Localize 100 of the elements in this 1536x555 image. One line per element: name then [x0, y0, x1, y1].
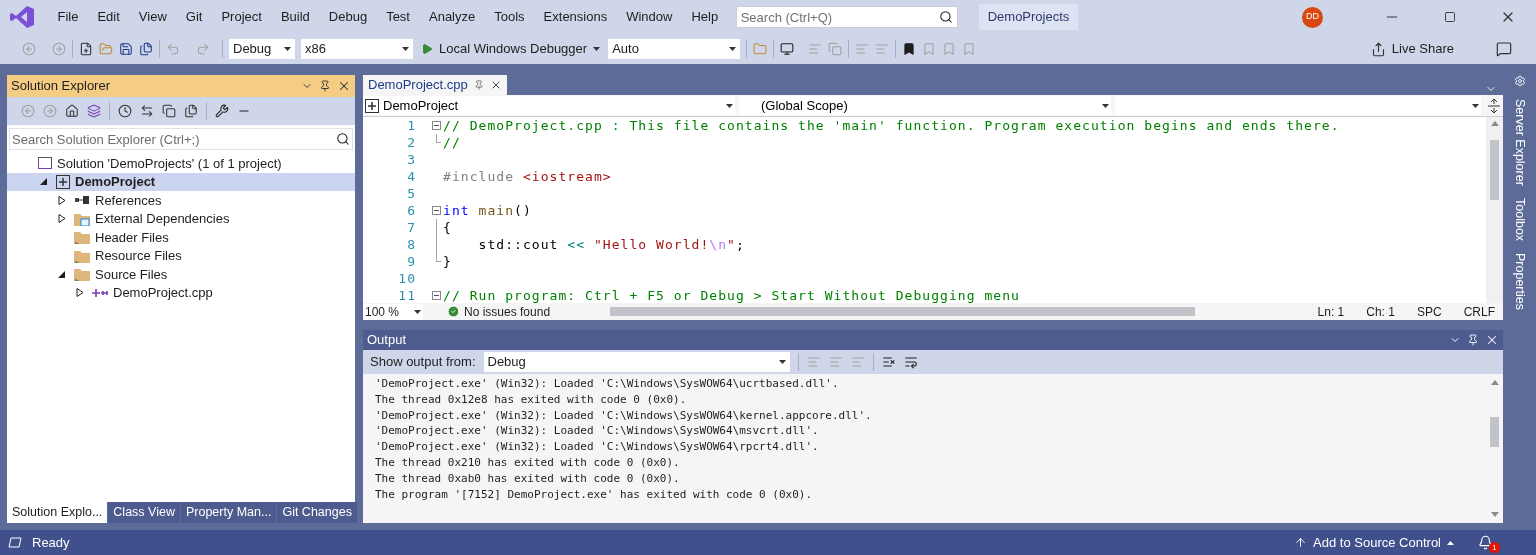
collapse-icon[interactable] — [432, 121, 441, 130]
collapse-arrow-icon[interactable] — [58, 269, 66, 279]
bookmark-icon[interactable] — [902, 42, 917, 56]
stack-frame-dropdown[interactable]: Auto — [608, 39, 741, 59]
project-dropdown[interactable]: DemoProject — [363, 96, 735, 115]
menu-item[interactable]: Debug — [319, 7, 377, 27]
scroll-up-icon[interactable] — [1490, 121, 1499, 126]
document-tab-label: DemoProject.cpp — [368, 76, 468, 95]
tree-item[interactable]: External Dependencies — [7, 209, 355, 228]
line-number: 4 — [406, 168, 416, 185]
scrollbar-thumb[interactable] — [1490, 417, 1499, 447]
menu-item[interactable]: View — [129, 7, 177, 27]
tree-item[interactable]: Source Files — [7, 265, 355, 284]
sync-icon[interactable] — [140, 104, 154, 118]
project-icon — [56, 174, 70, 189]
vertical-scrollbar[interactable] — [1486, 117, 1503, 303]
search-field[interactable]: Search (Ctrl+Q) — [735, 6, 958, 28]
document-tab[interactable]: DemoProject.cpp — [363, 75, 507, 95]
scroll-up-icon[interactable] — [1490, 380, 1499, 385]
output-source-dropdown[interactable]: Debug — [483, 352, 790, 372]
clear-all-icon[interactable] — [881, 355, 896, 369]
panel-tab[interactable]: Solution Explo... — [7, 502, 108, 523]
source-control-button[interactable]: Add to Source Control — [1294, 532, 1454, 553]
collapse-icon[interactable] — [432, 291, 441, 300]
maximize-icon[interactable] — [1444, 11, 1456, 23]
folder-icon — [74, 211, 90, 226]
menu-item[interactable]: Edit — [87, 7, 130, 27]
start-debugging-button[interactable]: Local Windows Debugger — [419, 39, 603, 59]
line-number: 11 — [397, 287, 416, 303]
caret-icon — [402, 47, 409, 51]
menu-item[interactable]: Analyze — [419, 7, 485, 27]
scope-dropdown[interactable]: (Global Scope) — [739, 96, 1111, 115]
platform-dropdown[interactable]: x86 — [301, 39, 413, 59]
scrollbar-thumb[interactable] — [610, 307, 1196, 316]
word-wrap-icon[interactable] — [903, 355, 918, 369]
split-icon[interactable] — [1488, 98, 1500, 113]
configuration-dropdown[interactable]: Debug — [229, 39, 295, 59]
pin-icon[interactable] — [319, 80, 331, 92]
collapse-icon[interactable] — [432, 206, 441, 215]
menu-item[interactable]: Build — [271, 7, 320, 27]
column-position: Ch: 1 — [1366, 303, 1395, 321]
home-icon[interactable] — [65, 104, 79, 118]
user-avatar[interactable]: DD — [1302, 6, 1323, 28]
feedback-icon[interactable] — [1496, 41, 1512, 57]
properties-icon[interactable] — [215, 104, 229, 118]
tree-item[interactable]: DemoProject.cpp — [7, 283, 355, 302]
tree-item[interactable]: Resource Files — [7, 246, 355, 265]
folder-icon — [74, 230, 90, 245]
new-item-icon[interactable] — [79, 42, 93, 56]
scroll-down-icon[interactable] — [1490, 512, 1499, 517]
close-icon[interactable] — [337, 79, 351, 93]
save-all-icon[interactable] — [139, 42, 153, 56]
panel-title: Solution Explorer — [11, 77, 111, 96]
caret-icon — [1472, 103, 1479, 108]
menu-item[interactable]: Test — [376, 7, 420, 27]
close-icon[interactable] — [1485, 333, 1499, 347]
menu-item[interactable]: Help — [681, 7, 728, 27]
notifications-bell-icon[interactable] — [1478, 535, 1493, 550]
open-folder-icon[interactable] — [99, 42, 113, 56]
tree-item[interactable]: References — [7, 191, 355, 210]
menu-item[interactable]: Git — [176, 7, 212, 27]
tree-item[interactable]: DemoProject — [7, 172, 355, 191]
scrollbar-thumb[interactable] — [1490, 140, 1499, 200]
tree-item-label: DemoProject — [75, 173, 156, 191]
pin-icon[interactable] — [473, 80, 484, 90]
menu-item[interactable]: Tools — [484, 7, 535, 27]
menu-item[interactable]: Window — [616, 7, 682, 27]
tree-item[interactable]: Header Files — [7, 228, 355, 247]
settings-icon[interactable] — [1513, 75, 1526, 87]
code-line: // — [443, 134, 461, 151]
save-icon[interactable] — [119, 42, 133, 56]
menu-item[interactable]: File — [48, 7, 88, 27]
side-tab[interactable]: Properties — [1510, 252, 1529, 310]
search-icon[interactable] — [336, 132, 350, 146]
side-tab[interactable]: Server Explorer — [1510, 99, 1529, 186]
line-position: Ln: 1 — [1317, 303, 1345, 321]
expand-arrow-icon[interactable] — [76, 288, 84, 298]
arrow-up-icon — [1294, 536, 1308, 549]
menu-item[interactable]: Project — [211, 7, 272, 27]
issues-status[interactable]: No issues found — [464, 302, 551, 321]
search-icon[interactable] — [938, 10, 953, 24]
panel-tab[interactable]: Git Changes — [277, 502, 357, 523]
collapse-arrow-icon[interactable] — [40, 177, 48, 187]
menu-item[interactable]: Extensions — [534, 7, 617, 27]
output-line: 'DemoProject.exe' (Win32): Loaded 'C:\Windows\SysWOW64\kernel.appcore.dll'. — [375, 407, 873, 424]
line-number: 6 — [406, 202, 416, 219]
pin-icon[interactable] — [1467, 334, 1479, 346]
tree-item[interactable]: Solution 'DemoProjects' (1 of 1 project) — [7, 154, 355, 173]
panel-tab[interactable]: Property Man... — [180, 502, 277, 523]
expand-arrow-icon[interactable] — [58, 214, 66, 224]
play-icon — [421, 43, 433, 55]
line-number: 9 — [406, 253, 416, 270]
side-tab[interactable]: Toolbox — [1510, 197, 1529, 241]
search-input[interactable]: Search (Ctrl+Q) — [740, 7, 939, 27]
panel-tab[interactable]: Class View — [108, 502, 180, 523]
live-share-button[interactable]: Live Share — [1370, 39, 1454, 59]
panel-title: Output — [367, 331, 408, 350]
app-logo[interactable] — [10, 6, 34, 28]
expand-arrow-icon[interactable] — [58, 195, 66, 205]
zoom-dropdown[interactable]: 100 % — [363, 303, 423, 320]
